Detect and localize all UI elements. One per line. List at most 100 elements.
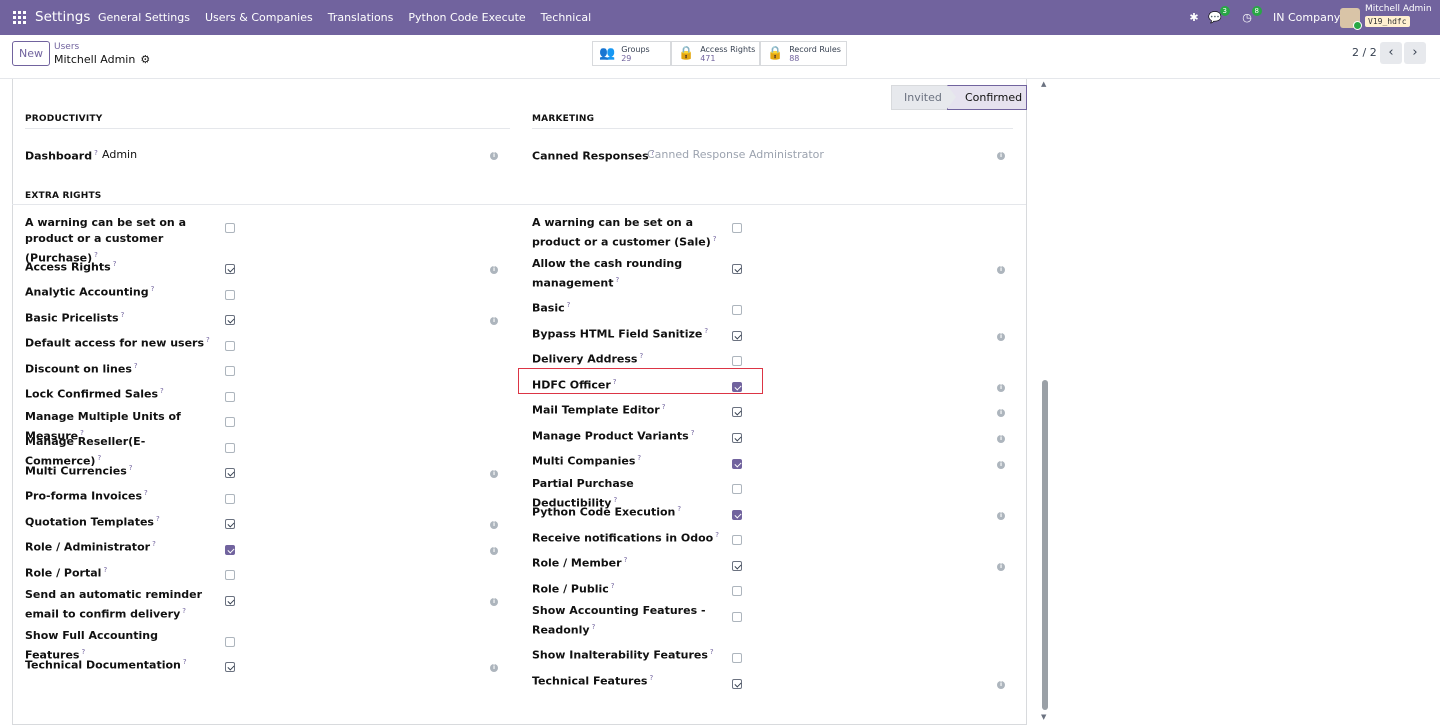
scrollbar[interactable] (1040, 82, 1048, 722)
info-icon[interactable]: i (490, 521, 498, 529)
info-icon[interactable]: i (997, 563, 1005, 571)
info-icon[interactable]: i (997, 409, 1005, 417)
right-checkbox[interactable] (225, 392, 235, 402)
right-checkbox[interactable] (225, 662, 235, 672)
help-tooltip[interactable]: ? (611, 582, 615, 590)
help-tooltip[interactable]: ? (160, 387, 164, 395)
right-checkbox[interactable] (225, 417, 235, 427)
right-checkbox[interactable] (225, 637, 235, 647)
right-checkbox[interactable] (732, 484, 742, 494)
breadcrumb-users[interactable]: Users (54, 42, 79, 52)
right-checkbox[interactable] (732, 305, 742, 315)
info-icon[interactable]: i (997, 435, 1005, 443)
info-icon[interactable]: i (997, 681, 1005, 689)
help-tooltip[interactable]: ? (206, 336, 210, 344)
right-checkbox[interactable] (225, 290, 235, 300)
right-checkbox[interactable] (732, 586, 742, 596)
info-icon[interactable]: i (490, 598, 498, 606)
info-icon[interactable]: i (997, 152, 1005, 160)
help-tooltip[interactable]: ? (129, 464, 133, 472)
help-tooltip[interactable]: ? (639, 352, 643, 360)
info-icon[interactable]: i (490, 470, 498, 478)
help-tooltip[interactable]: ? (637, 454, 641, 462)
avatar[interactable] (1340, 8, 1362, 30)
status-confirmed[interactable]: Confirmed (947, 85, 1027, 110)
right-checkbox[interactable] (225, 519, 235, 529)
help-tooltip[interactable]: ? (567, 301, 571, 309)
status-invited[interactable]: Invited (891, 85, 947, 110)
scrollbar-thumb[interactable] (1042, 380, 1048, 710)
access-rights-smart-button[interactable]: 🔒 Access Rights 471 (671, 41, 760, 66)
right-checkbox[interactable] (225, 545, 235, 555)
menu-users-companies[interactable]: Users & Companies (205, 11, 313, 24)
groups-smart-button[interactable]: 👥 Groups 29 (592, 41, 671, 66)
right-checkbox[interactable] (225, 264, 235, 274)
user-menu[interactable]: Mitchell Admin V19_hdfc (1365, 4, 1432, 28)
help-tooltip[interactable]: ? (151, 285, 155, 293)
help-tooltip[interactable]: ? (156, 515, 160, 523)
help-tooltip[interactable]: ? (713, 235, 717, 243)
pager-previous-button[interactable]: ‹ (1380, 42, 1402, 64)
pager-value[interactable]: 2 / 2 (1352, 46, 1377, 59)
menu-technical[interactable]: Technical (541, 11, 592, 24)
help-tooltip[interactable]: ? (134, 362, 138, 370)
right-checkbox[interactable] (732, 459, 742, 469)
right-checkbox[interactable] (225, 494, 235, 504)
help-tooltip[interactable]: ? (677, 505, 681, 513)
scroll-up-arrow[interactable]: ▲ (1041, 80, 1046, 88)
menu-python-code-execute[interactable]: Python Code Execute (408, 11, 525, 24)
right-checkbox[interactable] (732, 356, 742, 366)
right-checkbox[interactable] (732, 407, 742, 417)
info-icon[interactable]: i (997, 384, 1005, 392)
right-checkbox[interactable] (732, 612, 742, 622)
help-tooltip[interactable]: ? (624, 556, 628, 564)
help-tooltip[interactable]: ? (704, 327, 708, 335)
activity-icon[interactable]: ◷ 8 (1240, 6, 1262, 24)
help-tooltip[interactable]: ? (691, 429, 695, 437)
canned-responses-select[interactable]: Canned Response Administrator (647, 148, 824, 161)
right-checkbox[interactable] (732, 653, 742, 663)
scroll-down-arrow[interactable]: ▼ (1041, 713, 1046, 721)
help-tooltip[interactable]: ? (616, 276, 620, 284)
chat-icon[interactable]: 💬 3 (1208, 6, 1230, 24)
info-icon[interactable]: i (490, 266, 498, 274)
info-icon[interactable]: i (997, 266, 1005, 274)
help-tooltip[interactable]: ? (649, 674, 653, 682)
right-checkbox[interactable] (732, 679, 742, 689)
new-button[interactable]: New (12, 41, 50, 66)
right-checkbox[interactable] (225, 223, 235, 233)
info-icon[interactable]: i (997, 461, 1005, 469)
help-tooltip[interactable]: ? (152, 540, 156, 548)
help-tooltip[interactable]: ? (121, 311, 125, 319)
right-checkbox[interactable] (732, 223, 742, 233)
help-tooltip[interactable]: ? (144, 489, 148, 497)
help-tooltip[interactable]: ? (113, 260, 117, 268)
right-checkbox[interactable] (732, 264, 742, 274)
company-switcher[interactable]: IN Company (1273, 11, 1340, 24)
help-tooltip[interactable]: ? (182, 607, 186, 615)
right-checkbox[interactable] (225, 468, 235, 478)
right-checkbox[interactable] (732, 331, 742, 341)
help-tooltip[interactable]: ? (662, 403, 666, 411)
help-tooltip[interactable]: ? (183, 658, 187, 666)
menu-general-settings[interactable]: General Settings (98, 11, 190, 24)
help-tooltip[interactable]: ? (103, 566, 107, 574)
record-rules-smart-button[interactable]: 🔒 Record Rules 88 (760, 41, 847, 66)
info-icon[interactable]: i (490, 152, 498, 160)
right-checkbox[interactable] (225, 341, 235, 351)
dashboard-select[interactable]: Admin (102, 148, 137, 161)
info-icon[interactable]: i (490, 664, 498, 672)
info-icon[interactable]: i (997, 333, 1005, 341)
app-brand[interactable]: Settings (35, 9, 90, 25)
right-checkbox[interactable] (732, 561, 742, 571)
right-checkbox[interactable] (225, 443, 235, 453)
bug-icon[interactable]: ✱ (1187, 10, 1201, 24)
pager-next-button[interactable]: › (1404, 42, 1426, 64)
info-icon[interactable]: i (997, 512, 1005, 520)
right-checkbox[interactable] (225, 570, 235, 580)
gear-icon[interactable]: ⚙ (140, 53, 150, 66)
right-checkbox[interactable] (225, 596, 235, 606)
right-checkbox[interactable] (732, 535, 742, 545)
right-checkbox[interactable] (732, 510, 742, 520)
help-tooltip[interactable]: ? (592, 623, 596, 631)
